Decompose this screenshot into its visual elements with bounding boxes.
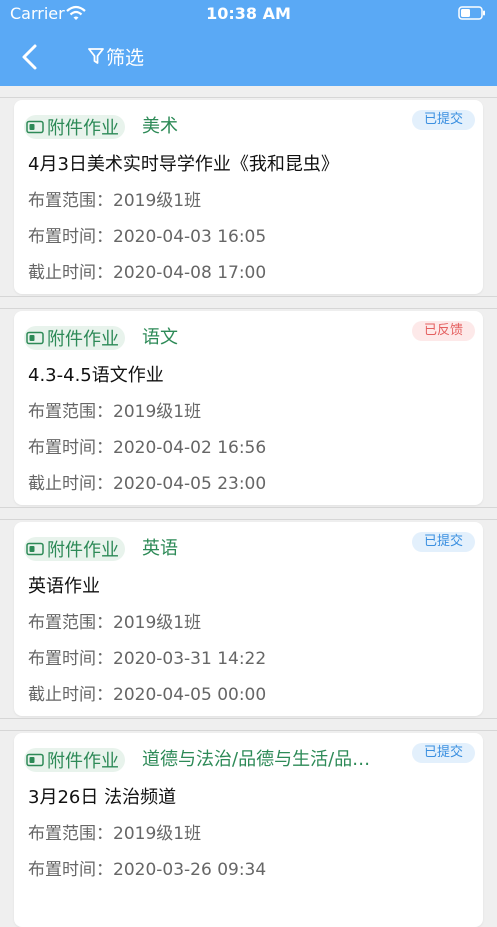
deadline-value: 2020-04-05 00:00 — [113, 685, 267, 705]
subject-label: 英语 — [142, 538, 178, 559]
status-badge: 已提交 — [411, 532, 475, 552]
clock: 10:38 AM — [206, 4, 291, 23]
assigned-time-row: 布置时间：2020-03-31 14:22 — [28, 644, 266, 669]
type-label: 附件作业 — [47, 540, 119, 561]
filter-label: 筛选 — [106, 46, 145, 69]
assignment-title: 英语作业 — [28, 576, 100, 597]
assigned-time-row: 布置时间：2020-04-03 16:05 — [28, 222, 266, 247]
deadline-row: 截止时间：2020-04-05 00:00 — [28, 680, 266, 705]
scope-value: 2019级1班 — [113, 191, 202, 211]
attachment-icon — [26, 753, 44, 767]
type-label: 附件作业 — [47, 751, 119, 772]
status-badge: 已提交 — [411, 110, 475, 130]
deadline-label: 截止时间： — [28, 685, 113, 705]
deadline-row: 截止时间：2020-04-08 17:00 — [28, 258, 266, 283]
deadline-value: 2020-04-05 23:00 — [113, 474, 267, 494]
assigned-time-label: 布置时间： — [28, 438, 113, 458]
type-tag: 附件作业 — [24, 537, 125, 561]
divider — [0, 97, 497, 98]
type-tag: 附件作业 — [24, 748, 125, 772]
type-label: 附件作业 — [47, 329, 119, 350]
assigned-time-label: 布置时间： — [28, 227, 113, 247]
assigned-time-value: 2020-03-26 09:34 — [113, 860, 267, 880]
scope-row: 布置范围：2019级1班 — [28, 397, 201, 422]
top-bar: Carrier 10:38 AM 筛选 — [0, 0, 497, 86]
attachment-icon — [26, 542, 44, 556]
assigned-time-row: 布置时间：2020-03-26 09:34 — [28, 855, 266, 880]
assignment-card[interactable]: 附件作业 英语 已提交 英语作业 布置范围：2019级1班 布置时间：2020-… — [14, 522, 483, 716]
filter-icon — [88, 48, 104, 64]
status-badge: 已提交 — [411, 743, 475, 763]
assignment-title: 4.3-4.5语文作业 — [28, 365, 164, 386]
scope-row: 布置范围：2019级1班 — [28, 819, 201, 844]
divider — [0, 296, 497, 297]
attachment-icon — [26, 331, 44, 345]
assigned-time-value: 2020-04-02 16:56 — [113, 438, 267, 458]
divider — [0, 507, 497, 508]
scope-row: 布置范围：2019级1班 — [28, 608, 201, 633]
status-badge: 已反馈 — [411, 321, 475, 341]
divider — [0, 308, 497, 309]
assignment-card[interactable]: 附件作业 道德与法治/品德与生活/品… 已提交 3月26日 法治频道 布置范围：… — [14, 733, 483, 927]
scope-label: 布置范围： — [28, 402, 113, 422]
assigned-time-value: 2020-03-31 14:22 — [113, 649, 267, 669]
battery-icon — [458, 6, 485, 20]
scope-label: 布置范围： — [28, 613, 113, 633]
assigned-time-row: 布置时间：2020-04-02 16:56 — [28, 433, 266, 458]
divider — [0, 519, 497, 520]
scope-value: 2019级1班 — [113, 824, 202, 844]
attachment-icon — [26, 120, 44, 134]
scope-label: 布置范围： — [28, 191, 113, 211]
subject-label: 语文 — [142, 327, 178, 348]
type-tag: 附件作业 — [24, 326, 125, 350]
type-tag: 附件作业 — [24, 115, 125, 139]
deadline-label: 截止时间： — [28, 474, 113, 494]
assignment-card[interactable]: 附件作业 美术 已提交 4月3日美术实时导学作业《我和昆虫》 布置范围：2019… — [14, 100, 483, 294]
assignment-card[interactable]: 附件作业 语文 已反馈 4.3-4.5语文作业 布置范围：2019级1班 布置时… — [14, 311, 483, 505]
scope-value: 2019级1班 — [113, 613, 202, 633]
subject-label: 美术 — [142, 116, 178, 137]
assigned-time-value: 2020-04-03 16:05 — [113, 227, 267, 247]
type-label: 附件作业 — [47, 118, 119, 139]
subject-label: 道德与法治/品德与生活/品… — [142, 749, 371, 770]
deadline-row: 截止时间：2020-04-05 23:00 — [28, 469, 266, 494]
assigned-time-label: 布置时间： — [28, 649, 113, 669]
assigned-time-label: 布置时间： — [28, 860, 113, 880]
filter-button[interactable]: 筛选 — [88, 43, 144, 69]
assignment-title: 4月3日美术实时导学作业《我和昆虫》 — [28, 154, 339, 175]
back-button[interactable] — [18, 42, 42, 72]
divider — [0, 730, 497, 731]
divider — [0, 718, 497, 719]
scope-row: 布置范围：2019级1班 — [28, 186, 201, 211]
scope-value: 2019级1班 — [113, 402, 202, 422]
assignment-title: 3月26日 法治频道 — [28, 787, 177, 808]
scope-label: 布置范围： — [28, 824, 113, 844]
deadline-label: 截止时间： — [28, 263, 113, 283]
deadline-value: 2020-04-08 17:00 — [113, 263, 267, 283]
